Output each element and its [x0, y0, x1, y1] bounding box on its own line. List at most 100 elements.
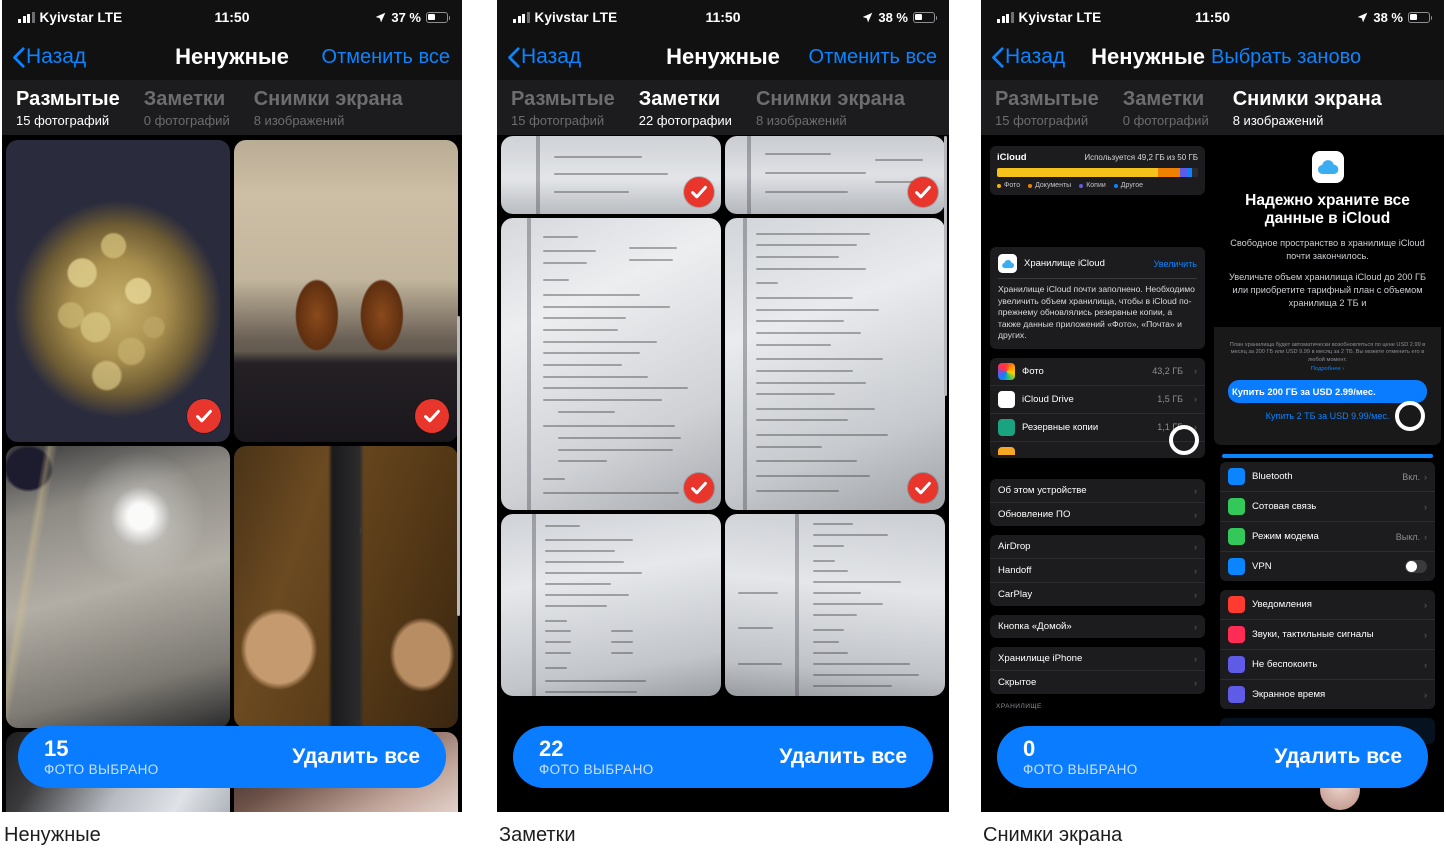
screenshot-grid-scroll[interactable]: iCloud Используется 49,2 ГБ из 50 ГБ Фот… — [981, 136, 1444, 812]
list-item[interactable]: Bluetooth Вкл. › — [1220, 462, 1435, 492]
selected-check-badge[interactable] — [908, 473, 938, 503]
signal-bars-icon — [513, 11, 530, 23]
row-label: Скрытое — [998, 677, 1037, 688]
tab-blurry[interactable]: Размытые 15 фотографий — [995, 88, 1123, 128]
photo-thumbnail[interactable] — [501, 218, 721, 510]
panel-caption: Ненужные — [4, 824, 101, 846]
selection-summary: 22 ФОТО ВЫБРАНО — [539, 737, 654, 777]
row-label: Кнопка «Домой» — [998, 621, 1072, 632]
phone-screen-2: Kyivstar LTE 11:50 38 % Назад Ненужные О… — [497, 0, 949, 812]
photo-thumbnail[interactable] — [501, 136, 721, 214]
delete-all-button[interactable]: Удалить все — [292, 745, 420, 769]
delete-all-button[interactable]: Удалить все — [1274, 745, 1402, 769]
photo-thumbnail[interactable] — [234, 446, 458, 728]
check-icon — [915, 481, 931, 495]
storage-warning-card: Хранилище iCloud Увеличить Хранилище iCl… — [990, 247, 1205, 349]
photo-thumbnail[interactable] — [725, 218, 945, 510]
photo-grid-scroll[interactable] — [2, 136, 462, 812]
scroll-indicator[interactable] — [457, 316, 460, 616]
vpn-toggle[interactable] — [1405, 560, 1427, 573]
selected-check-badge[interactable] — [684, 473, 714, 503]
screenshot-icloud-storage[interactable]: iCloud Используется 49,2 ГБ из 50 ГБ Фот… — [984, 139, 1211, 469]
tab-screenshots[interactable]: Снимки экрана 8 изображений — [756, 88, 929, 128]
selected-check-badge[interactable] — [684, 177, 714, 207]
delete-action-bar[interactable]: 15 ФОТО ВЫБРАНО Удалить все — [18, 726, 446, 788]
tab-notes[interactable]: Заметки 0 фотографий — [1123, 88, 1233, 128]
list-item[interactable]: Об этом устройстве › — [990, 479, 1205, 503]
usage-header: iCloud Используется 49,2 ГБ из 50 ГБ — [997, 152, 1198, 163]
selected-check-badge[interactable] — [187, 399, 221, 433]
list-item[interactable]: iCloud Drive 1,5 ГБ › — [990, 386, 1205, 414]
deselect-all-button[interactable]: Отменить все — [809, 46, 937, 69]
page-title: Ненужные — [1091, 44, 1205, 69]
tab-title: Заметки — [143, 87, 226, 110]
list-item[interactable]: Экранное время › — [1220, 680, 1435, 709]
row-value: 1,5 ГБ — [1157, 394, 1183, 405]
photo-texture — [6, 140, 230, 442]
list-item[interactable]: Звуки, тактильные сигналы › — [1220, 620, 1435, 650]
back-button[interactable]: Назад — [12, 45, 86, 69]
tab-screenshots[interactable]: Снимки экрана 8 изображений — [1233, 88, 1382, 128]
selected-check-badge[interactable] — [415, 399, 449, 433]
tab-screenshots[interactable]: Снимки экрана 8 изображений — [254, 88, 427, 128]
list-item[interactable]: Handoff › — [990, 559, 1205, 583]
photo-thumbnail[interactable] — [6, 140, 230, 442]
list-item[interactable]: Режим модема Выкл. › — [1220, 522, 1435, 552]
settings-group: Об этом устройстве › Обновление ПО › — [990, 479, 1205, 526]
back-button[interactable]: Назад — [507, 45, 581, 69]
delete-all-button[interactable]: Удалить все — [779, 745, 907, 769]
back-button[interactable]: Назад — [991, 45, 1065, 69]
buy-200gb-button[interactable]: Купить 200 ГБ за USD 2.99/мес. — [1228, 379, 1427, 403]
chevron-right-icon: › — [1194, 541, 1197, 552]
legend-dot — [997, 183, 1001, 188]
screenshot-icloud-upsell[interactable]: Надежно храните все данные в iCloud Своб… — [1214, 139, 1441, 445]
selected-check-badge[interactable] — [908, 177, 938, 207]
list-item[interactable]: Не беспокоить › — [1220, 650, 1435, 680]
panel-caption: Снимки экрана — [983, 824, 1123, 846]
tab-blurry[interactable]: Размытые 15 фотографий — [511, 88, 639, 128]
chevron-left-icon — [13, 46, 25, 68]
row-label: Обновление ПО — [998, 509, 1071, 520]
delete-action-bar[interactable]: 22 ФОТО ВЫБРАНО Удалить все — [513, 726, 933, 788]
delete-action-bar[interactable]: 0 ФОТО ВЫБРАНО Удалить все — [997, 726, 1428, 788]
photo-grid-scroll[interactable] — [497, 136, 949, 812]
battery-percent-label: 38 % — [878, 9, 908, 25]
upsell-more-link[interactable]: Подробнее › — [1228, 366, 1427, 372]
nav-bar: Назад Ненужные Отменить все — [2, 34, 462, 80]
list-item[interactable]: Скрытое › — [990, 671, 1205, 694]
legend-dot — [1113, 183, 1118, 188]
upsell-fineprint: План хранилища будет автоматически возоб… — [1229, 342, 1426, 363]
check-icon — [915, 185, 931, 199]
tab-notes[interactable]: Заметки 22 фотографии — [639, 88, 756, 128]
reselect-button[interactable]: Выбрать заново — [1211, 46, 1361, 69]
section-header: ХРАНИЛИЩЕ — [996, 703, 1042, 710]
list-item[interactable]: Уведомления › — [1220, 590, 1435, 620]
status-right: 37 % — [375, 10, 451, 25]
photo-thumbnail[interactable] — [725, 136, 945, 214]
warning-title: Хранилище iCloud — [1024, 258, 1105, 269]
list-item[interactable]: VPN — [1220, 552, 1435, 581]
list-item[interactable]: Сотовая связь › — [1220, 492, 1435, 522]
check-icon — [691, 185, 707, 199]
signal-bars-icon — [997, 11, 1014, 23]
photo-thumbnail[interactable] — [6, 446, 230, 728]
photo-thumbnail[interactable] — [725, 514, 945, 696]
legend-item: Копии — [1079, 182, 1106, 189]
tab-notes[interactable]: Заметки 0 фотографий — [144, 88, 254, 128]
usage-text: Используется 49,2 ГБ из 50 ГБ — [1084, 153, 1198, 162]
list-item[interactable]: Фото 43,2 ГБ › — [990, 358, 1205, 386]
list-item[interactable]: Хранилище iPhone › — [990, 647, 1205, 671]
tab-blurry[interactable]: Размытые 15 фотографий — [16, 88, 144, 128]
photo-thumbnail[interactable] — [234, 140, 458, 442]
list-item[interactable]: AirDrop › — [990, 535, 1205, 559]
upgrade-link[interactable]: Увеличить — [1154, 259, 1197, 269]
list-item[interactable]: Кнопка «Домой» › — [990, 615, 1205, 638]
photo-thumbnail[interactable] — [501, 514, 721, 696]
scroll-indicator[interactable] — [944, 136, 947, 396]
list-item[interactable]: Обновление ПО › — [990, 503, 1205, 526]
tab-title: Снимки экрана — [253, 87, 403, 110]
deselect-all-button[interactable]: Отменить все — [322, 46, 450, 69]
battery-icon — [426, 11, 451, 23]
list-item[interactable]: CarPlay › — [990, 583, 1205, 606]
category-tabs: Размытые 15 фотографий Заметки 0 фотогра… — [2, 80, 462, 136]
